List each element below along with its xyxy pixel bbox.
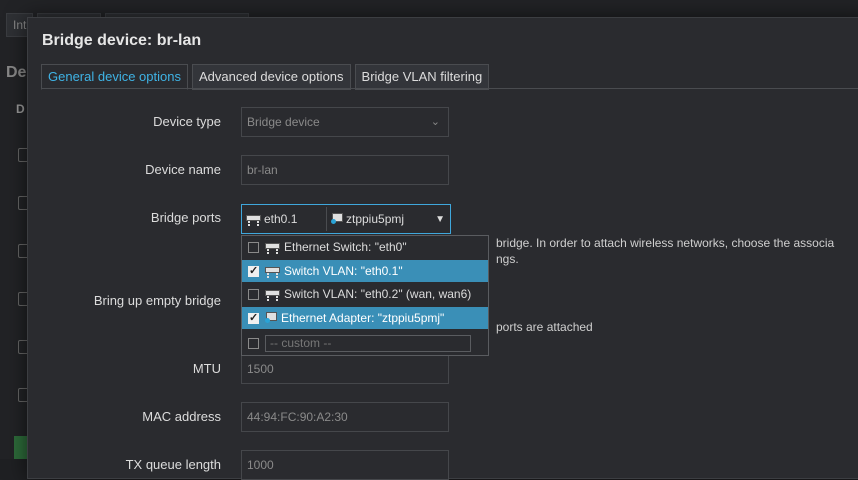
bridge-ports-description: bridge. In order to attach wireless netw… xyxy=(496,236,835,250)
switch-icon xyxy=(246,214,261,224)
mac-address-field[interactable]: 44:94:FC:90:A2:30 xyxy=(241,402,449,432)
device-type-select[interactable]: Bridge device ⌄ xyxy=(241,107,449,137)
switch-icon xyxy=(265,266,280,276)
bridge-port-checkbox[interactable] xyxy=(248,311,259,324)
ethernet-adapter-icon xyxy=(265,312,277,324)
device-type-label: Device type xyxy=(153,114,221,129)
bridge-device-modal: Bridge device: br-lan General device opt… xyxy=(27,17,858,480)
bridge-port-option-label: Switch VLAN: "eth0.1" xyxy=(284,264,403,278)
tx-queue-length-field[interactable]: 1000 xyxy=(241,450,449,480)
bridge-port-checkbox[interactable] xyxy=(248,288,259,300)
tx-queue-length-label: TX queue length xyxy=(125,457,221,472)
bridge-port-option[interactable]: Switch VLAN: "eth0.1" xyxy=(242,260,488,282)
bridge-port-chip-label: eth0.1 xyxy=(264,212,298,226)
bridge-port-option-label: Switch VLAN: "eth0.2" (wan, wan6) xyxy=(284,287,472,301)
chevron-down-icon: ⌄ xyxy=(430,116,440,128)
switch-icon xyxy=(265,242,280,252)
bridge-port-custom-checkbox[interactable] xyxy=(248,337,259,349)
bridge-port-chip: ztppiu5pmj xyxy=(327,207,408,231)
mtu-field[interactable]: 1500 xyxy=(241,354,449,384)
device-name-label: Device name xyxy=(145,162,221,177)
bridge-port-chip-label: ztppiu5pmj xyxy=(346,212,405,226)
mac-address-label: MAC address xyxy=(142,409,221,424)
tab-divider xyxy=(41,88,858,89)
mtu-label: MTU xyxy=(192,361,221,376)
tab-general-device-options[interactable]: General device options xyxy=(41,64,188,90)
bridge-port-chip: eth0.1 xyxy=(242,207,327,231)
dropdown-arrow-icon[interactable]: ▼ xyxy=(435,214,445,225)
background-column-header: D xyxy=(16,102,25,116)
modal-title: Bridge device: br-lan xyxy=(42,32,202,49)
custom-port-input[interactable]: -- custom -- xyxy=(265,334,471,352)
tab-advanced-device-options[interactable]: Advanced device options xyxy=(191,64,351,90)
bridge-port-checkbox[interactable] xyxy=(248,264,259,277)
switch-icon xyxy=(265,289,280,299)
bring-up-empty-bridge-label: Bring up empty bridge xyxy=(93,293,221,308)
bridge-ports-description-continued: ngs. xyxy=(496,252,519,266)
bridge-port-checkbox[interactable] xyxy=(248,241,259,253)
ethernet-adapter-icon xyxy=(331,213,343,225)
bridge-port-custom-option: -- custom -- xyxy=(242,332,488,354)
bridge-port-option[interactable]: Ethernet Adapter: "ztppiu5pmj" xyxy=(242,307,488,329)
device-type-value: Bridge device xyxy=(247,115,320,129)
bridge-port-option-label: Ethernet Adapter: "ztppiu5pmj" xyxy=(281,311,445,325)
bridge-ports-dropdown: Ethernet Switch: "eth0" Switch VLAN: "et… xyxy=(241,235,489,356)
tab-bridge-vlan-filtering[interactable]: Bridge VLAN filtering xyxy=(354,64,490,90)
background-title: De xyxy=(6,64,27,81)
device-name-field[interactable]: br-lan xyxy=(241,155,449,185)
bridge-ports-label: Bridge ports xyxy=(150,210,221,225)
bridge-port-option[interactable]: Switch VLAN: "eth0.2" (wan, wan6) xyxy=(242,283,488,305)
background-button xyxy=(14,436,28,459)
bridge-port-option[interactable]: Ethernet Switch: "eth0" xyxy=(242,236,488,258)
bridge-ports-multiselect[interactable]: eth0.1 ztppiu5pmj ▼ xyxy=(241,204,451,234)
bring-up-empty-bridge-description: ports are attached xyxy=(496,320,593,334)
bridge-port-option-label: Ethernet Switch: "eth0" xyxy=(284,240,407,254)
modal-tabs: General device options Advanced device o… xyxy=(41,64,490,90)
